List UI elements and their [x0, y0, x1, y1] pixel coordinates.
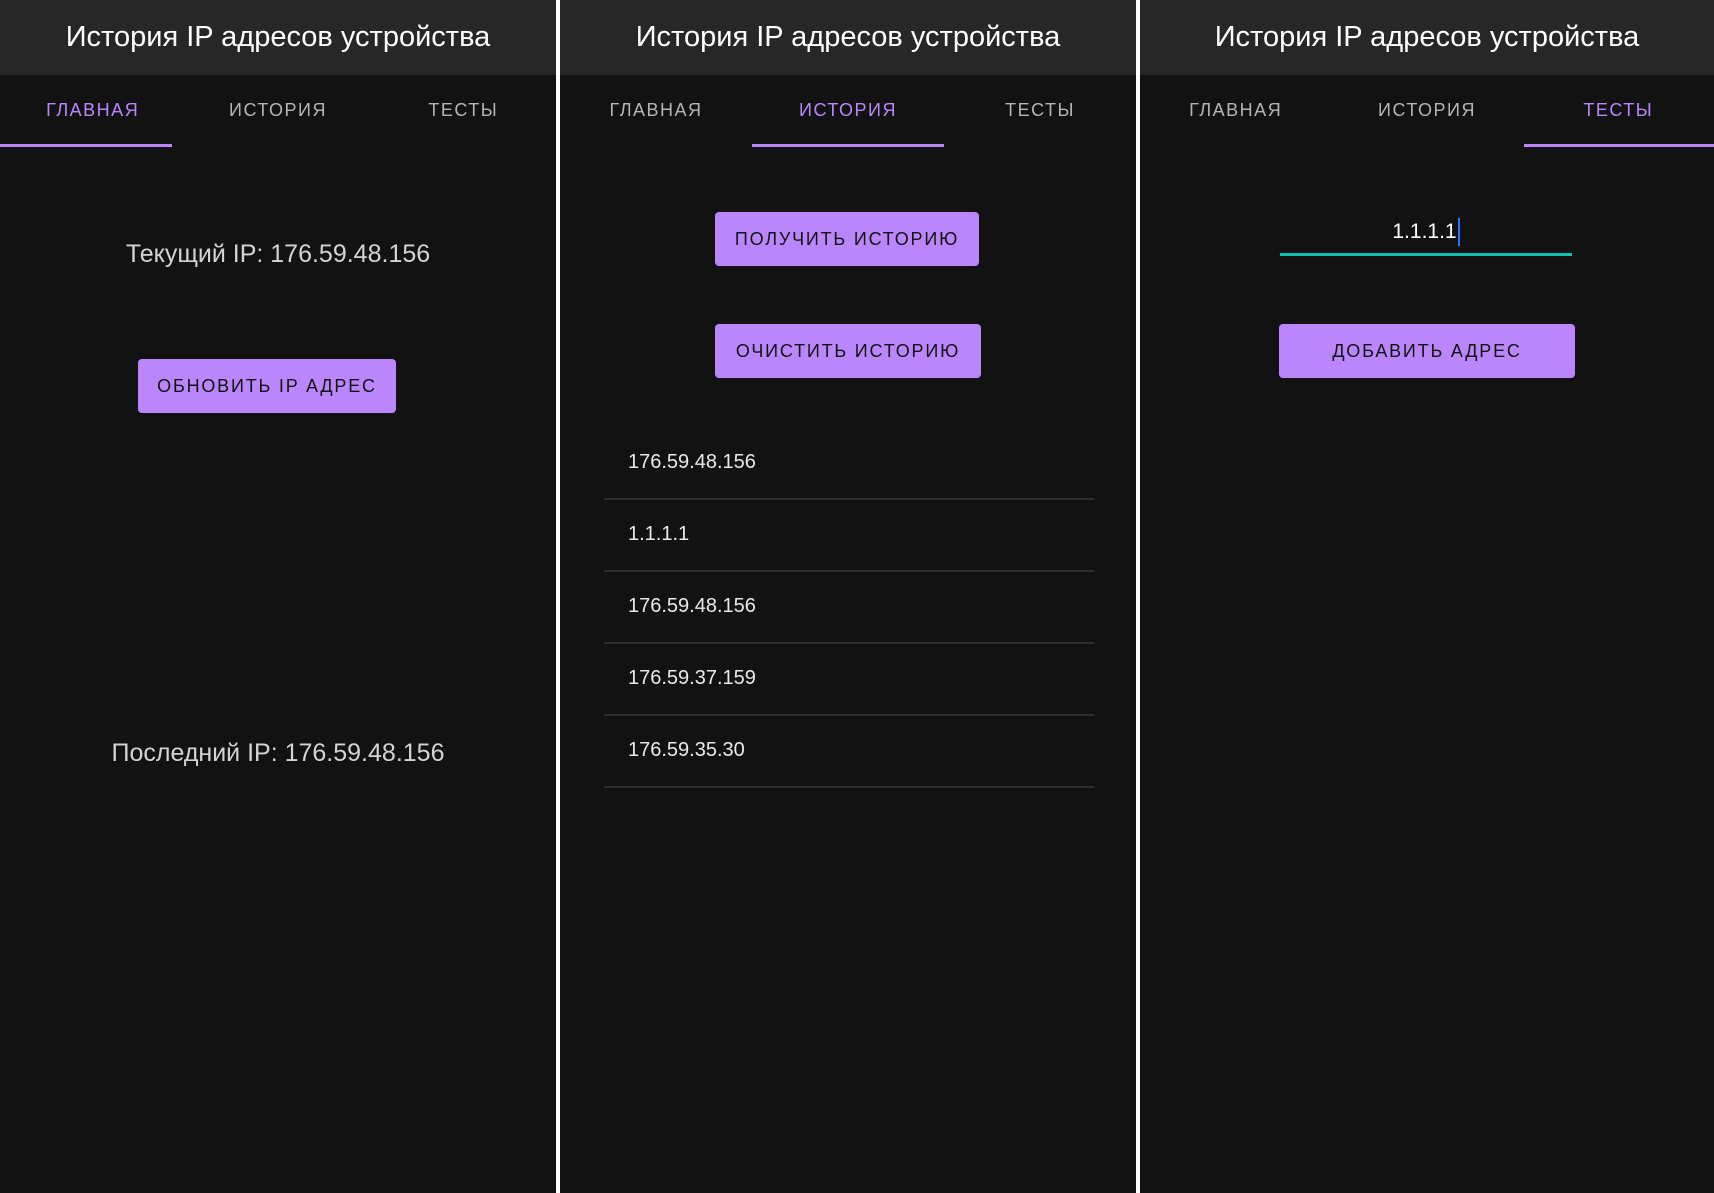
tab-history[interactable]: ИСТОРИЯ — [1331, 75, 1522, 145]
app-title: История IP адресов устройства — [65, 21, 491, 53]
main-screen: История IP адресов устройства ГЛАВНАЯ ИС… — [0, 0, 556, 1193]
tab-bar: ГЛАВНАЯ ИСТОРИЯ ТЕСТЫ — [1140, 75, 1714, 147]
history-item[interactable]: 176.59.37.159 — [604, 644, 1094, 716]
refresh-ip-button[interactable]: ОБНОВИТЬ IP АДРЕС — [138, 359, 396, 413]
tab-main[interactable]: ГЛАВНАЯ — [560, 75, 752, 145]
history-item[interactable]: 176.59.48.156 — [604, 428, 1094, 500]
app-title: История IP адресов устройства — [635, 21, 1061, 53]
tests-screen: История IP адресов устройства ГЛАВНАЯ ИС… — [1140, 0, 1714, 1193]
tab-history[interactable]: ИСТОРИЯ — [752, 75, 944, 145]
app-bar: История IP адресов устройства — [560, 0, 1136, 75]
app-bar: История IP адресов устройства — [1140, 0, 1714, 75]
history-screen: История IP адресов устройства ГЛАВНАЯ ИС… — [560, 0, 1136, 1193]
current-ip-label: Текущий IP: 176.59.48.156 — [125, 240, 431, 268]
app-title: История IP адресов устройства — [1214, 21, 1640, 53]
tab-tests[interactable]: ТЕСТЫ — [944, 75, 1136, 145]
input-underline — [1280, 253, 1572, 256]
ip-address-input-value: 1.1.1.1 — [1392, 220, 1457, 243]
app-bar: История IP адресов устройства — [0, 0, 556, 75]
get-history-button[interactable]: ПОЛУЧИТЬ ИСТОРИЮ — [715, 212, 979, 266]
tab-bar: ГЛАВНАЯ ИСТОРИЯ ТЕСТЫ — [0, 75, 556, 147]
history-item[interactable]: 176.59.48.156 — [604, 572, 1094, 644]
history-item[interactable]: 1.1.1.1 — [604, 500, 1094, 572]
tab-bar: ГЛАВНАЯ ИСТОРИЯ ТЕСТЫ — [560, 75, 1136, 147]
tab-tests[interactable]: ТЕСТЫ — [371, 75, 556, 145]
history-item[interactable]: 176.59.35.30 — [604, 716, 1094, 788]
tab-main[interactable]: ГЛАВНАЯ — [1140, 75, 1331, 145]
tab-history[interactable]: ИСТОРИЯ — [185, 75, 370, 145]
tab-indicator — [752, 144, 944, 147]
clear-history-button[interactable]: ОЧИСТИТЬ ИСТОРИЮ — [715, 324, 981, 378]
tab-tests[interactable]: ТЕСТЫ — [1523, 75, 1714, 145]
add-address-button[interactable]: ДОБАВИТЬ АДРЕС — [1279, 324, 1575, 378]
tab-main[interactable]: ГЛАВНАЯ — [0, 75, 185, 145]
tab-indicator — [1524, 144, 1714, 147]
text-caret — [1457, 218, 1460, 246]
tab-indicator — [0, 144, 172, 147]
history-list: 176.59.48.156 1.1.1.1 176.59.48.156 176.… — [604, 428, 1094, 788]
last-ip-label: Последний IP: 176.59.48.156 — [111, 739, 445, 767]
ip-address-input[interactable]: 1.1.1.1 — [1280, 210, 1572, 258]
